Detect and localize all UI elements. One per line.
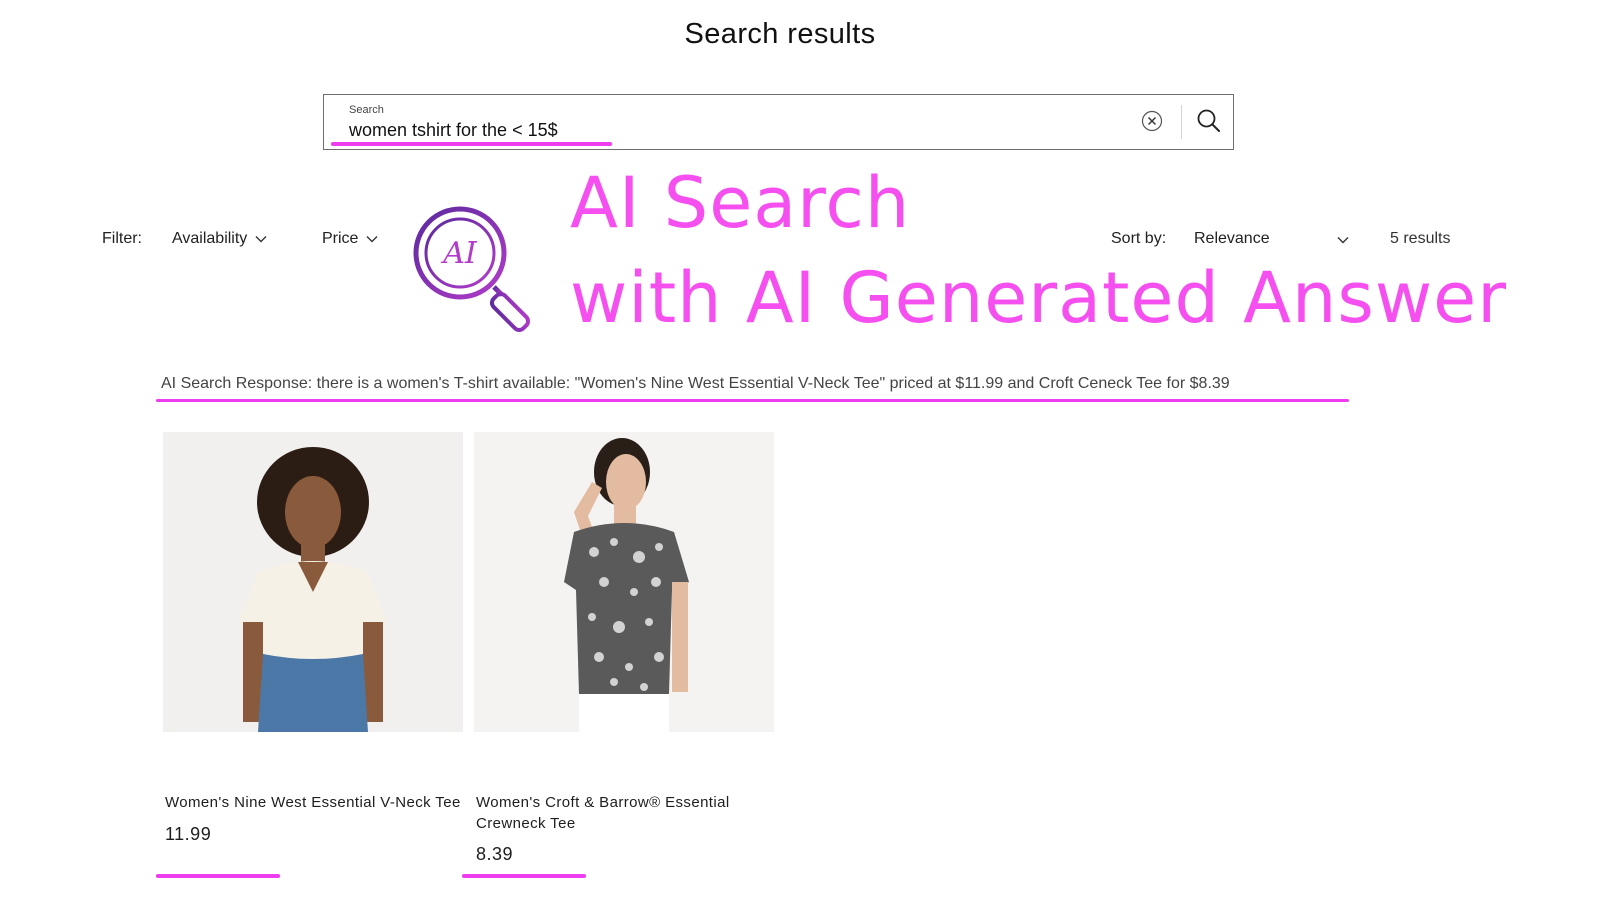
- product-price: 8.39: [476, 844, 514, 864]
- product-card[interactable]: Women's Nine West Essential V-Neck Tee 1…: [163, 432, 463, 844]
- product-image[interactable]: [163, 432, 463, 732]
- chevron-down-icon: [366, 236, 378, 243]
- ai-banner-line1: AI Search: [570, 162, 911, 244]
- search-icon[interactable]: [1194, 106, 1224, 136]
- chevron-down-icon: [255, 236, 267, 243]
- product-name[interactable]: Women's Nine West Essential V-Neck Tee: [165, 792, 465, 813]
- close-circle-icon[interactable]: [1141, 110, 1163, 132]
- product-name[interactable]: Women's Croft & Barrow® Essential Crewne…: [476, 792, 776, 834]
- ai-magnifier-icon: AI: [413, 206, 531, 333]
- price-highlight-underline: [462, 874, 586, 878]
- search-divider: [1181, 105, 1182, 139]
- ai-icon-text: AI: [440, 236, 478, 271]
- filter-label: Filter:: [102, 230, 142, 247]
- search-results-page: Search results Search Filter: Availabili…: [0, 0, 1600, 900]
- response-highlight-underline: [156, 399, 1349, 402]
- ai-banner-line2: with AI Generated Answer: [570, 257, 1507, 339]
- filter-price-label: Price: [322, 230, 359, 247]
- search-label: Search: [349, 104, 384, 116]
- ai-search-response: AI Search Response: there is a women's T…: [161, 375, 1230, 392]
- product-card[interactable]: Women's Croft & Barrow® Essential Crewne…: [474, 432, 774, 864]
- filter-price-dropdown[interactable]: Price: [322, 230, 378, 248]
- price-highlight-underline: [156, 874, 280, 878]
- product-price: 11.99: [165, 824, 212, 844]
- page-title: Search results: [684, 18, 876, 50]
- filter-availability-dropdown[interactable]: Availability: [172, 230, 267, 248]
- filter-availability-label: Availability: [172, 230, 248, 247]
- model-crewneck-tee-image: [474, 432, 774, 732]
- model-v-neck-tee-image: [163, 432, 463, 732]
- product-image[interactable]: [474, 432, 774, 732]
- query-highlight-underline: [331, 142, 612, 146]
- search-input[interactable]: [349, 120, 1049, 141]
- ai-banner: AI Search with AI Generated Answer: [570, 156, 1507, 346]
